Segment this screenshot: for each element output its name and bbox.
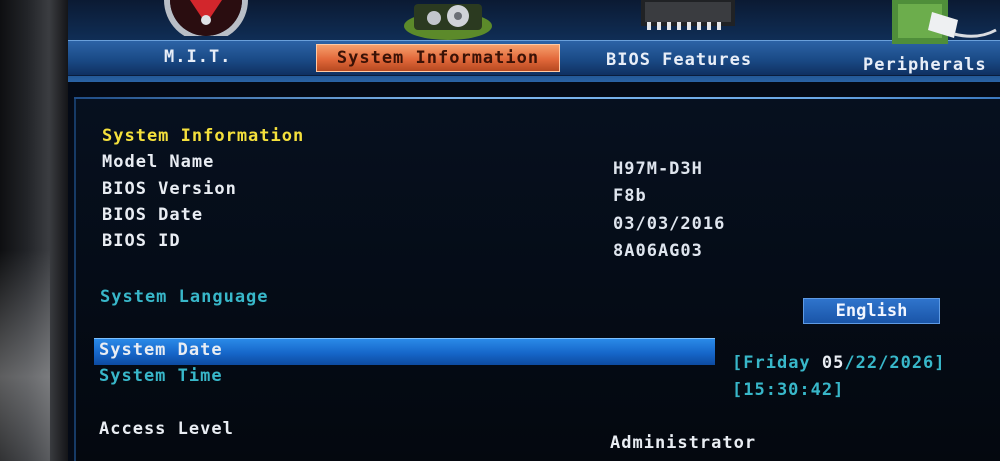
tab-peripherals[interactable]: Peripherals <box>863 55 987 75</box>
model-name-value: H97M-D3H <box>613 159 703 179</box>
access-level-label: Access Level <box>99 419 234 439</box>
date-weekday: Friday <box>743 353 811 373</box>
system-time-label[interactable]: System Time <box>99 366 223 386</box>
system-language-label[interactable]: System Language <box>100 287 269 307</box>
bios-version-label: BIOS Version <box>102 179 237 199</box>
bios-date-value: 03/03/2016 <box>613 214 726 234</box>
bios-date-label: BIOS Date <box>102 205 204 225</box>
speedometer-icon <box>160 0 252 36</box>
tab-mit[interactable]: M.I.T. <box>164 47 231 67</box>
date-close-bracket: ] <box>934 353 946 373</box>
bios-id-label: BIOS ID <box>102 231 181 251</box>
bezel-reflection <box>0 250 50 461</box>
system-date-value[interactable]: [Friday 05/22/2026] <box>732 353 946 373</box>
date-open-bracket: [ <box>732 353 744 373</box>
bios-screen: M.I.T. System Information BIOS Features … <box>68 0 1000 461</box>
section-title: System Information <box>102 126 305 146</box>
date-month-field[interactable]: 05 <box>822 353 844 373</box>
date-day-year[interactable]: /22/2026 <box>844 353 934 373</box>
system-date-label[interactable]: System Date <box>99 340 223 360</box>
top-navigation: M.I.T. System Information BIOS Features … <box>68 0 1000 82</box>
access-level-value: Administrator <box>610 433 757 453</box>
model-name-label: Model Name <box>102 152 215 172</box>
system-language-select[interactable]: English <box>803 298 940 324</box>
bios-chip-icon <box>633 0 743 32</box>
bios-id-value: 8A06AG03 <box>613 241 703 261</box>
system-time-value[interactable]: [15:30:42] <box>732 380 844 400</box>
peripheral-board-icon <box>888 0 1000 48</box>
bios-version-value: F8b <box>613 186 647 206</box>
gears-chip-icon <box>400 0 496 40</box>
tab-bios-features[interactable]: BIOS Features <box>606 50 752 70</box>
tab-system-information[interactable]: System Information <box>316 44 560 72</box>
